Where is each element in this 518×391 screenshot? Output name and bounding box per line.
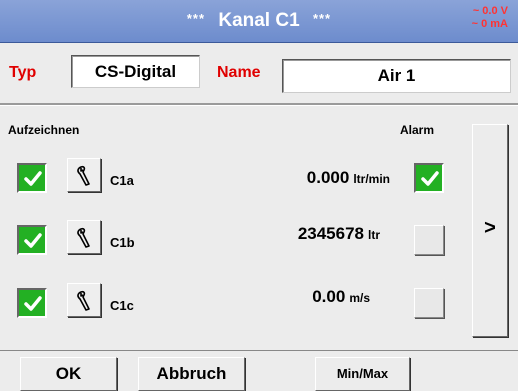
record-checkbox-c1c[interactable] — [17, 288, 47, 318]
title-stars-right: *** — [312, 11, 332, 26]
channel-id-c1c: C1c — [110, 298, 134, 313]
channel-value-c1c: 0.00 m/s — [260, 287, 370, 307]
section-divider — [0, 103, 518, 106]
channel-value-c1a: 0.000 ltr/min — [280, 168, 390, 188]
settings-button-c1b[interactable] — [67, 220, 101, 254]
settings-button-c1a[interactable] — [67, 158, 101, 192]
alarm-checkbox-c1b[interactable] — [414, 225, 444, 255]
wrench-icon — [77, 165, 90, 186]
title-text: Kanal C1 — [218, 10, 300, 31]
next-page-label: > — [484, 217, 496, 239]
cancel-button[interactable]: Abbruch — [138, 357, 245, 391]
voltage-readout: ~ 0.0 V — [472, 5, 508, 17]
checkmark-icon — [24, 171, 42, 186]
checkmark-icon — [24, 233, 42, 248]
alarm-column-header: Alarm — [400, 123, 435, 137]
channel-value-c1b: 2345678 ltr — [250, 224, 380, 244]
record-checkbox-c1a[interactable] — [17, 163, 47, 193]
record-checkbox-c1b[interactable] — [17, 225, 47, 255]
alarm-checkbox-c1a[interactable] — [414, 163, 444, 193]
value-unit: ltr — [368, 228, 380, 242]
name-field[interactable]: Air 1 — [282, 59, 511, 93]
title-stars-left: *** — [186, 11, 206, 26]
next-page-button[interactable]: > — [472, 124, 508, 337]
window-title: *** Kanal C1 *** — [0, 10, 518, 32]
channel-settings-screen: *** Kanal C1 *** ~ 0.0 V ~ 0 mA Typ CS-D… — [0, 0, 518, 391]
name-label: Name — [217, 64, 261, 81]
checkmark-icon — [421, 171, 439, 186]
channel-id-c1b: C1b — [110, 235, 135, 250]
wrench-icon — [77, 290, 90, 311]
current-readout: ~ 0 mA — [471, 18, 508, 30]
value-number: 0.00 — [312, 287, 346, 306]
minmax-button[interactable]: Min/Max — [315, 357, 410, 391]
record-column-header: Aufzeichnen — [8, 123, 80, 137]
value-number: 0.000 — [306, 168, 350, 187]
alarm-checkbox-c1c[interactable] — [414, 288, 444, 318]
type-field[interactable]: CS-Digital — [71, 55, 200, 88]
wrench-icon — [77, 227, 90, 248]
value-unit: m/s — [349, 291, 370, 305]
channel-id-c1a: C1a — [110, 173, 134, 188]
type-label: Typ — [9, 64, 37, 81]
value-number: 2345678 — [297, 224, 364, 243]
ok-button[interactable]: OK — [20, 357, 117, 391]
settings-button-c1c[interactable] — [67, 283, 101, 317]
checkmark-icon — [24, 296, 42, 311]
title-bar: *** Kanal C1 *** ~ 0.0 V ~ 0 mA — [0, 0, 518, 43]
signal-readout: ~ 0.0 V ~ 0 mA — [472, 5, 508, 31]
footer-bar: OK Abbruch Min/Max — [0, 350, 518, 391]
value-unit: ltr/min — [353, 172, 390, 186]
